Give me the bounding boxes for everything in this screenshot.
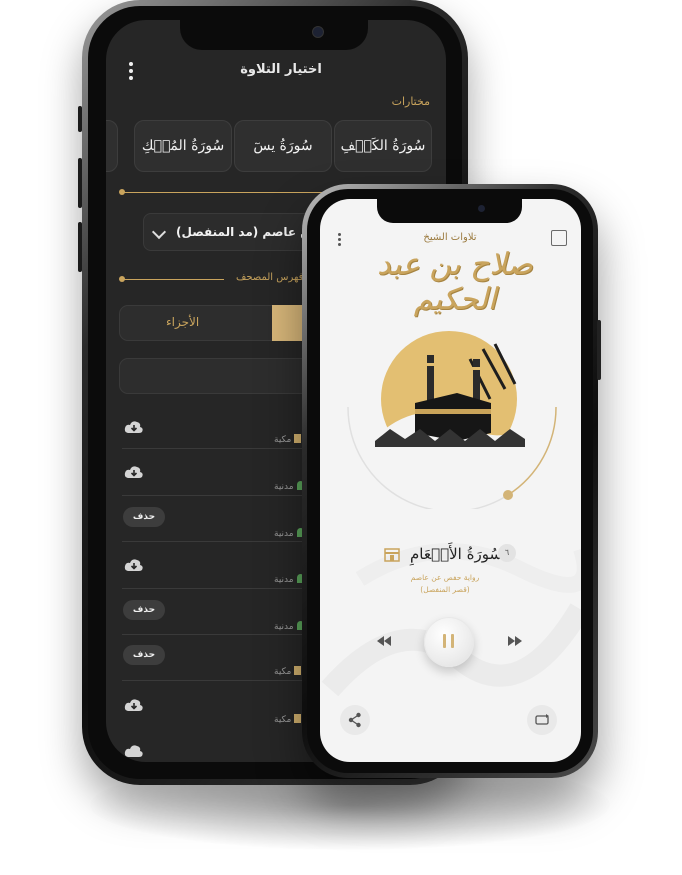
power-button	[597, 320, 601, 380]
camera-icon	[478, 205, 485, 212]
background-pattern	[321, 543, 581, 697]
front-notch	[377, 199, 522, 223]
menu-icon[interactable]	[128, 62, 134, 83]
kaaba-icon	[294, 434, 302, 443]
surah-type: مدنية	[274, 574, 304, 585]
riwaya-line2: (قصر المنفصل)	[420, 585, 470, 594]
camera-icon	[312, 26, 324, 38]
surah-type: مدنية	[274, 528, 304, 539]
kaaba-artwork	[375, 331, 525, 469]
favorites-label: مختارات	[391, 95, 430, 108]
cloud-download-icon[interactable]	[124, 698, 144, 712]
riwaya-select-value: عن عاصم (مد المنفصل)	[176, 225, 320, 239]
cloud-download-icon[interactable]	[124, 558, 144, 572]
divider-line	[124, 279, 224, 280]
cloud-download-icon[interactable]	[124, 465, 144, 479]
surah-type: مكية	[274, 714, 302, 725]
book-icon[interactable]	[551, 230, 567, 246]
row-separator	[122, 448, 322, 449]
favorite-card-mulk[interactable]: سُورَةُ المُلۡكِ	[134, 120, 232, 172]
back-notch	[180, 14, 368, 50]
surah-type: مكية	[274, 666, 302, 677]
kaaba-icon	[294, 666, 302, 675]
riwaya-info: رواية حفص عن عاصم (قصر المنفصل)	[380, 572, 510, 596]
share-button[interactable]	[340, 705, 370, 735]
cloud-download-icon[interactable]	[124, 420, 144, 434]
volume-up-button	[78, 158, 82, 208]
page-title: تلاوات الشيخ	[423, 232, 477, 243]
favorite-card-kahf[interactable]: سُورَةُ الكَهۡفِ	[334, 120, 432, 172]
row-separator	[122, 588, 322, 589]
row-separator	[122, 680, 322, 681]
riwaya-line1: رواية حفص عن عاصم	[410, 573, 480, 582]
row-separator	[122, 634, 322, 635]
kaaba-icon	[384, 546, 400, 562]
surah-number-badge: ٦	[498, 544, 516, 562]
favorite-card-hidden[interactable]	[106, 120, 118, 172]
surah-type: مدنية	[274, 481, 304, 492]
delete-button[interactable]: حذف	[123, 600, 165, 620]
surah-type: مدنية	[274, 621, 304, 632]
volume-down-button	[78, 222, 82, 272]
surah-name: سُورَةُ الأَنۡعَامِ	[410, 545, 503, 563]
rewind-icon[interactable]	[377, 636, 391, 646]
row-separator	[122, 495, 322, 496]
delete-button[interactable]: حذف	[123, 507, 165, 527]
repeat-icon	[535, 714, 549, 725]
repeat-button[interactable]	[527, 705, 557, 735]
kaaba-icon	[294, 714, 302, 723]
row-separator	[122, 541, 322, 542]
mute-switch	[78, 106, 82, 132]
favorite-card-yasin[interactable]: سُورَةُ يسٓ	[234, 120, 332, 172]
share-icon	[348, 712, 361, 728]
menu-icon[interactable]	[338, 233, 342, 248]
reciter-calligraphy: صلاح بن عبد الحكيم	[360, 247, 550, 317]
front-screen: تلاوات الشيخ صلاح بن عبد الحكيم سُورَةُ …	[320, 199, 581, 762]
reciter-name: صلاح بن عبد الحكيم	[377, 247, 534, 317]
delete-button[interactable]: حذف	[123, 645, 165, 665]
forward-icon[interactable]	[508, 636, 522, 646]
surah-type: مكية	[274, 434, 302, 445]
tab-parts[interactable]: الأجزاء	[166, 315, 199, 329]
page-title: اختيار التلاوة	[240, 62, 322, 77]
pause-icon	[443, 634, 455, 648]
index-label: فهرس المصحف	[236, 272, 304, 283]
cloud-download-icon[interactable]	[124, 744, 144, 758]
